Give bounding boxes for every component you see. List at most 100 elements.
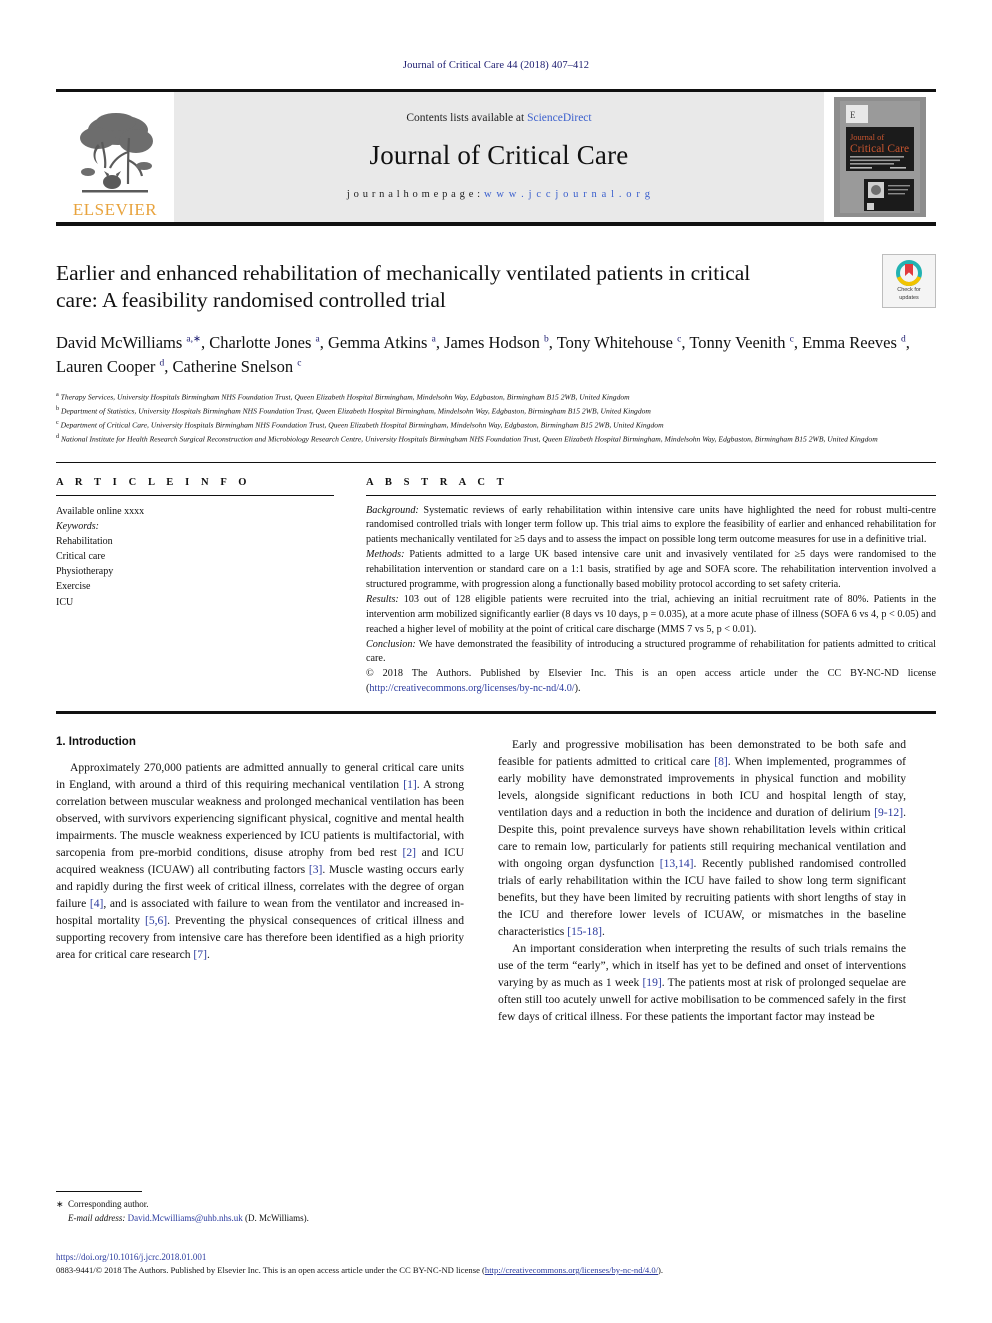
sciencedirect-link[interactable]: ScienceDirect [527, 112, 592, 124]
citation-reference[interactable]: [13,14] [660, 857, 694, 870]
affiliation-marker: b [56, 405, 60, 413]
page-title: Earlier and enhanced rehabilitation of m… [56, 260, 751, 313]
abstract-section-label: Conclusion: [366, 638, 416, 650]
keyword-item: Critical care [56, 551, 106, 563]
abstract-section: Results: 103 out of 128 eligible patient… [366, 593, 936, 635]
corresponding-author-footnote: ∗ Corresponding author. E-mail address: … [56, 1191, 464, 1226]
crossmark-label-line1: Check for [897, 287, 921, 294]
author-list: David McWilliams a,∗, Charlotte Jones a,… [56, 333, 910, 376]
crossmark-icon [896, 260, 922, 287]
svg-text:Critical Care: Critical Care [850, 143, 909, 155]
abstract-bottom-rule [56, 711, 936, 714]
affiliation-marker: c [56, 418, 59, 426]
author-affiliation-marker: c [677, 334, 682, 345]
affiliation-item: d National Institute for Health Research… [56, 432, 878, 444]
section-heading-introduction: 1. Introduction [56, 735, 136, 748]
keywords-label: Keywords: [56, 520, 99, 532]
author-name: Charlotte Jones [209, 333, 316, 353]
svg-text:Journal of: Journal of [850, 132, 884, 142]
page-footer: https://doi.org/10.1016/j.jcrc.2018.01.0… [56, 1251, 936, 1277]
citation-reference[interactable]: [8] [714, 755, 728, 768]
author-affiliation-marker: b [543, 334, 549, 345]
author-name: James Hodson [444, 333, 544, 353]
author-name: Catherine Snelson [172, 356, 298, 376]
article-info-body: Available online xxxx Keywords: Rehabili… [56, 504, 334, 610]
abstract-section-label: Results: [366, 593, 399, 605]
svg-text:E: E [850, 110, 856, 120]
info-abstract-top-rule [56, 461, 936, 463]
running-head: Journal of Critical Care 44 (2018) 407–4… [402, 60, 590, 71]
author-name: Lauren Cooper [56, 356, 160, 376]
intro-paragraph-left: Approximately 270,000 patients are admit… [56, 760, 465, 961]
issn-copyright-line: 0883-9441/© 2018 The Authors. Published … [56, 1264, 936, 1277]
citation-reference[interactable]: [15-18] [567, 925, 602, 938]
footnote-rule [56, 1191, 142, 1193]
author-affiliation-marker: c [789, 334, 794, 345]
author-name: Gemma Atkins [328, 333, 432, 353]
abstract-license-link[interactable]: http://creativecommons.org/licenses/by-n… [369, 683, 574, 694]
keyword-list: Rehabilitation Critical care Physiotherapy… [56, 534, 334, 610]
citation-reference[interactable]: [7] [193, 948, 207, 961]
abstract-section: Conclusion: We have demonstrated the fea… [366, 638, 936, 665]
abstract-section: Methods: Patients admitted to a large UK… [366, 549, 936, 590]
abstract-section: Background: Systematic reviews of early … [366, 504, 936, 546]
citation-reference[interactable]: [3] [309, 863, 323, 876]
contents-prefix-text: Contents lists available at [406, 112, 528, 124]
citation-reference[interactable]: [19] [642, 976, 661, 989]
affiliation-marker: a [56, 391, 59, 399]
corresponding-author-label: Corresponding author. [68, 1199, 149, 1210]
elsevier-logo: ELSEVIER [56, 92, 174, 222]
license-tail: ). [658, 1265, 664, 1276]
citation-reference[interactable]: [5,6] [145, 914, 167, 927]
abstract-copyright: © 2018 The Authors. Published by Elsevie… [366, 668, 936, 695]
corresponding-author-email-link[interactable]: David.Mcwilliams@uhb.nhs.uk [128, 1213, 243, 1223]
info-abstract-region: A R T I C L E I N F O Available online x… [56, 477, 936, 698]
elsevier-wordmark: ELSEVIER [72, 200, 158, 219]
body-column-right: Early and progressive mobilisation has b… [498, 736, 906, 1026]
body-column-left: 1. Introduction Approximately 270,000 pa… [56, 736, 464, 1026]
journal-cover-image: E Journal of Critical Care [834, 97, 926, 217]
citation-reference[interactable]: [4] [90, 897, 104, 910]
keyword-item: Physiotherapy [56, 566, 114, 578]
journal-homepage-line: j o u r n a l h o m e p a g e : w w w . … [347, 189, 651, 200]
keyword-item: Exercise [56, 581, 91, 593]
author-affiliation-marker: d [901, 334, 906, 345]
elsevier-tree-icon [80, 113, 153, 193]
affiliation-marker: d [56, 432, 60, 440]
journal-masthead: ELSEVIER Contents lists available at Sci… [56, 89, 936, 226]
intro-paragraph-right-1: Early and progressive mobilisation has b… [498, 737, 906, 938]
affiliation-item: c Department of Critical Care, Universit… [56, 418, 664, 430]
intro-paragraph-right-2: An important consideration when interpre… [498, 941, 906, 1024]
affiliation-item: a Therapy Services, University Hospitals… [56, 391, 630, 402]
journal-title: Journal of Critical Care [369, 140, 629, 170]
article-info-heading: A R T I C L E I N F O [56, 476, 252, 488]
abstract-heading: A B S T R A C T [366, 476, 509, 488]
article-title-block: Earlier and enhanced rehabilitation of m… [56, 253, 936, 446]
crossmark-badge[interactable]: Check for updates [882, 253, 936, 308]
paper-page: Journal of Critical Care 44 (2018) 407–4… [0, 0, 992, 1323]
abstract-rule [366, 494, 936, 496]
license-link[interactable]: http://creativecommons.org/licenses/by-n… [485, 1265, 658, 1275]
masthead-bottom-rule [56, 222, 936, 226]
author-affiliation-marker: c [297, 358, 302, 369]
article-info-column: A R T I C L E I N F O Available online x… [56, 477, 334, 698]
journal-homepage-url[interactable]: w w w . j c c j o u r n a l . o r g [484, 189, 651, 200]
citation-reference[interactable]: [2] [403, 846, 417, 859]
corresponding-author-name: (D. McWilliams). [244, 1213, 309, 1224]
crossmark-label-line2: updates [899, 294, 919, 301]
abstract-section-label: Background: [366, 504, 419, 516]
homepage-label: j o u r n a l h o m e p a g e : [346, 189, 481, 200]
issn-copyright-text: 0883-9441/© 2018 The Authors. Published … [56, 1265, 485, 1276]
author-name: Tony Whitehouse [556, 333, 678, 353]
article-history: Available online xxxx [56, 505, 145, 517]
abstract-body: Background: Systematic reviews of early … [366, 504, 936, 698]
doi-link[interactable]: https://doi.org/10.1016/j.jcrc.2018.01.0… [56, 1251, 936, 1265]
affiliation-list: a Therapy Services, University Hospitals… [56, 390, 936, 445]
citation-reference[interactable]: [9-12] [874, 806, 903, 819]
citation-reference[interactable]: [1] [403, 778, 417, 791]
contents-list-line: Contents lists available at ScienceDirec… [406, 112, 591, 124]
affiliation-item: b Department of Statistics, University H… [56, 405, 651, 416]
author-name: David McWilliams [56, 333, 187, 353]
footnote-star-marker: ∗ [56, 1199, 64, 1210]
author-affiliation-marker: a [431, 334, 436, 345]
